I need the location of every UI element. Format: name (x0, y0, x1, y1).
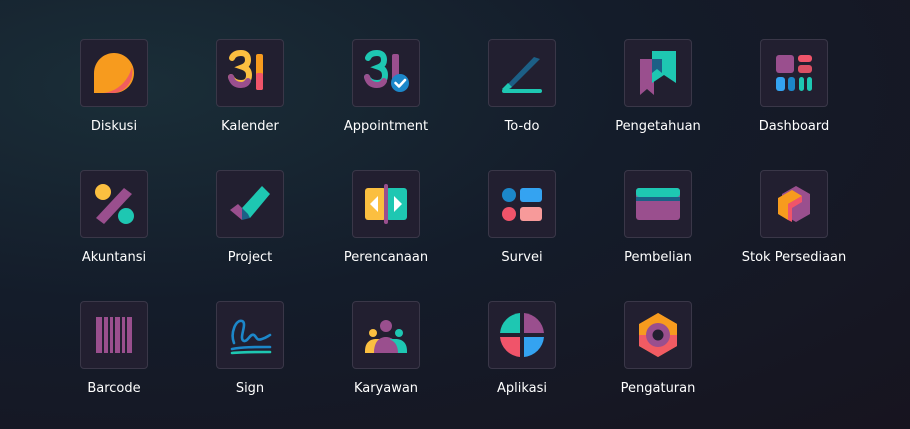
gear-hexagon-icon (639, 313, 677, 357)
app-label: Pengaturan (620, 381, 696, 396)
app-akuntansi[interactable]: Akuntansi (46, 169, 182, 279)
app-diskusi[interactable]: Diskusi (46, 38, 182, 148)
calendar-31-icon (228, 49, 263, 90)
app-aplikasi[interactable]: Aplikasi (454, 300, 590, 410)
app-label: Appointment (343, 119, 429, 134)
app-stok-persediaan[interactable]: Stok Persediaan (726, 169, 862, 279)
app-kalender[interactable]: Kalender (182, 38, 318, 148)
app-tile[interactable] (624, 170, 692, 238)
dashboard-grid-icon (776, 55, 812, 91)
app-label: Aplikasi (496, 381, 548, 396)
app-label: Kalender (221, 119, 279, 134)
app-pembelian[interactable]: Pembelian (590, 169, 726, 279)
app-label: Project (227, 250, 273, 265)
app-tile[interactable] (488, 301, 556, 369)
bookmark-icon (640, 51, 676, 95)
app-survei[interactable]: Survei (454, 169, 590, 279)
app-tile[interactable] (352, 170, 420, 238)
app-appointment[interactable]: Appointment (318, 38, 454, 148)
app-label: Survei (501, 250, 543, 265)
percent-icon (95, 184, 134, 224)
app-tile[interactable] (624, 301, 692, 369)
survey-icon (502, 188, 542, 221)
app-label: Pembelian (624, 250, 692, 265)
app-tile[interactable] (760, 170, 828, 238)
inventory-box-icon (778, 186, 810, 222)
app-barcode[interactable]: Barcode (46, 300, 182, 410)
app-label: Barcode (87, 381, 141, 396)
app-pengaturan[interactable]: Pengaturan (590, 300, 726, 410)
app-tile[interactable] (352, 301, 420, 369)
barcode-icon (96, 317, 132, 353)
app-tile[interactable] (216, 170, 284, 238)
app-label: Stok Persediaan (741, 250, 847, 265)
app-tile[interactable] (216, 39, 284, 107)
app-perencanaan[interactable]: Perencanaan (318, 169, 454, 279)
app-tile[interactable] (624, 39, 692, 107)
app-label: Perencanaan (343, 250, 429, 265)
app-karyawan[interactable]: Karyawan (318, 300, 454, 410)
app-label: Pengetahuan (615, 119, 701, 134)
app-grid: Diskusi Kalender Appointment To-do Penge… (0, 0, 910, 429)
app-tile[interactable] (488, 170, 556, 238)
app-tile[interactable] (80, 170, 148, 238)
app-tile[interactable] (80, 301, 148, 369)
app-sign[interactable]: Sign (182, 300, 318, 410)
app-tile[interactable] (80, 39, 148, 107)
employees-icon (365, 320, 407, 353)
app-project[interactable]: Project (182, 169, 318, 279)
pen-icon (502, 57, 542, 93)
app-tile[interactable] (216, 301, 284, 369)
app-to-do[interactable]: To-do (454, 38, 590, 148)
app-label: Dashboard (758, 119, 830, 134)
planning-arrows-icon (365, 184, 407, 224)
chat-bubble-icon (94, 53, 134, 93)
app-tile[interactable] (760, 39, 828, 107)
checkmark-icon (230, 186, 270, 220)
app-label: Diskusi (90, 119, 138, 134)
app-tile[interactable] (352, 39, 420, 107)
app-label: Sign (235, 381, 265, 396)
app-pengetahuan[interactable]: Pengetahuan (590, 38, 726, 148)
apps-circle-icon (500, 313, 544, 357)
app-dashboard[interactable]: Dashboard (726, 38, 862, 148)
credit-card-icon (636, 188, 680, 220)
signature-icon (230, 319, 272, 355)
app-label: Karyawan (353, 381, 419, 396)
app-label: To-do (504, 119, 540, 134)
app-tile[interactable] (488, 39, 556, 107)
calendar-check-icon (364, 49, 409, 92)
app-label: Akuntansi (81, 250, 147, 265)
